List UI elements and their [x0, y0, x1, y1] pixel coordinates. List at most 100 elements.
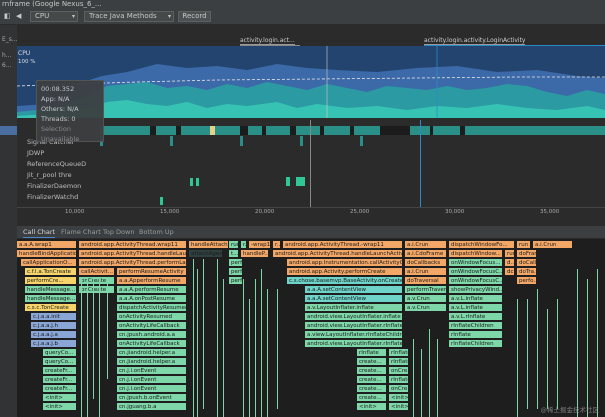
- call-chart-frame[interactable]: rInflate: [389, 358, 409, 366]
- call-chart-frame[interactable]: performCre...: [25, 277, 77, 285]
- thread-label[interactable]: Jit_r_pool thre: [27, 171, 72, 180]
- call-chart-frame[interactable]: queryCo...: [43, 349, 77, 357]
- call-chart-frame[interactable]: rInflate: [449, 331, 503, 339]
- call-chart-frame[interactable]: c.j.a.a.init: [31, 313, 77, 321]
- call-chart-frame[interactable]: create...: [357, 394, 387, 402]
- call-chart-frame[interactable]: handleMessage...: [25, 286, 77, 294]
- call-chart-frame[interactable]: a.v.Crun: [405, 304, 447, 312]
- call-chart-frame[interactable]: cn.j.i.onEvent: [117, 367, 187, 375]
- call-chart-frame[interactable]: perform...: [229, 277, 243, 285]
- call-chart-frame[interactable]: rInflate: [389, 376, 409, 384]
- call-chart-frame[interactable]: cn.jguang.b.a: [117, 403, 187, 411]
- call-chart-frame[interactable]: doFrame: [517, 250, 537, 258]
- sidebar-selected-item[interactable]: [0, 126, 17, 135]
- call-chart-frame[interactable]: performTraversals: [405, 286, 447, 294]
- call-chart-frame[interactable]: android.app.ActivityThread.handleLaunchA…: [79, 250, 187, 258]
- back-arrow-icon[interactable]: ◀: [16, 11, 24, 22]
- call-chart-frame[interactable]: createFr...: [43, 367, 77, 375]
- call-chart-frame[interactable]: c.j.a.a.j.b: [31, 340, 77, 348]
- call-chart-frame[interactable]: d...: [505, 259, 515, 267]
- call-chart-frame[interactable]: perfo...: [517, 277, 537, 285]
- call-chart-frame[interactable]: a.i.CdoFrame: [405, 250, 447, 258]
- call-chart-frame[interactable]: c.s.chose.basemvp.BaseActivity.onCreate: [287, 277, 403, 285]
- call-chart-frame[interactable]: cn.j.i.onEvent: [117, 385, 187, 393]
- thread-label[interactable]: FinalizerWatchd: [27, 193, 78, 202]
- record-button[interactable]: Record: [178, 11, 211, 22]
- call-chart-frame[interactable]: -wrap15: [249, 241, 271, 249]
- call-chart-frame[interactable]: t...: [229, 250, 239, 258]
- call-chart-frame[interactable]: doTraversal: [405, 277, 447, 285]
- call-chart-frame[interactable]: android.app.ActivityThread.handleLaunchA…: [273, 250, 403, 258]
- call-chart-frame[interactable]: dc...: [505, 268, 515, 276]
- tab-bottom-up[interactable]: Bottom Up: [139, 228, 174, 237]
- thread-label[interactable]: FinalizerDaemon: [27, 182, 81, 191]
- call-chart-frame[interactable]: rInflateC...: [389, 349, 409, 357]
- call-chart-frame[interactable]: cn.j.i.onEvent: [117, 376, 187, 384]
- marker-label[interactable]: activity.login.act...: [240, 37, 295, 45]
- call-chart-frame[interactable]: c.j.a.a.j.h: [31, 322, 77, 330]
- call-chart-frame[interactable]: onActivityLifeCallback: [117, 322, 187, 330]
- call-chart-frame[interactable]: onCreate: [79, 277, 115, 285]
- call-chart-frame[interactable]: a.v.L.rInflate: [449, 313, 503, 321]
- call-chart-frame[interactable]: handleAttach...: [189, 241, 229, 249]
- call-chart-frame[interactable]: doTra...: [517, 268, 537, 276]
- call-chart-frame[interactable]: attachAgent: [189, 250, 223, 258]
- call-chart-frame[interactable]: perform...: [229, 268, 243, 276]
- call-chart-frame[interactable]: handleMessage...: [25, 295, 77, 303]
- call-chart-frame[interactable]: <init>: [43, 394, 77, 402]
- call-chart-frame[interactable]: android.app.ActivityThread.performLaunch…: [79, 259, 187, 267]
- call-chart-frame[interactable]: doCallbacks: [405, 259, 447, 267]
- call-chart-frame[interactable]: a.a.A.wrap1: [17, 241, 77, 249]
- call-chart-frame[interactable]: a.a.A.setContentView: [305, 295, 403, 303]
- call-chart-frame[interactable]: a.a.A.setContentView: [305, 286, 403, 294]
- call-chart-frame[interactable]: rInflateChildren: [449, 322, 503, 330]
- call-chart-frame[interactable]: a.v.Crun: [405, 295, 447, 303]
- call-chart-frame[interactable]: dispatchWindow...: [449, 250, 503, 258]
- tab-flame-chart[interactable]: Flame Chart: [61, 228, 101, 237]
- call-chart-frame[interactable]: a.a.A.performResume: [117, 286, 187, 294]
- call-chart-frame[interactable]: handleP...: [241, 250, 269, 258]
- cpu-selector[interactable]: CPU ▾: [30, 11, 78, 22]
- call-chart-frame[interactable]: c.s.c.TonCreate: [25, 304, 77, 312]
- call-chart-frame[interactable]: doCallbac...: [517, 259, 537, 267]
- call-chart-frame[interactable]: dispatchWindowFo...: [449, 241, 515, 249]
- marker-label[interactable]: activity.login.activity.LoginActivity: [424, 37, 526, 45]
- call-chart-frame[interactable]: rInflateChildren: [449, 340, 503, 348]
- call-chart-frame[interactable]: a.a.A.onPostResume: [117, 295, 187, 303]
- call-chart-frame[interactable]: onCre...: [389, 367, 409, 375]
- call-chart[interactable]: a.a.A.wrap1 android.app.ActivityThread.wr…: [17, 239, 605, 417]
- call-chart-frame[interactable]: a.v.L.inflate: [449, 304, 503, 312]
- call-chart-frame[interactable]: callActivit...: [79, 268, 115, 276]
- call-chart-frame[interactable]: a.v.LayoutInflater.inflate: [305, 304, 403, 312]
- call-chart-frame[interactable]: r...: [241, 241, 247, 249]
- call-chart-frame[interactable]: android.app.ActivityThread.-wrap11: [283, 241, 403, 249]
- call-chart-frame[interactable]: rInflate: [357, 349, 387, 357]
- call-chart-frame[interactable]: cn.jpush.b.onEvent: [117, 394, 187, 402]
- call-chart-frame[interactable]: android.app.ActivityThread.wrap11: [79, 241, 187, 249]
- call-chart-frame[interactable]: onWindowFocusC...: [449, 277, 503, 285]
- call-chart-frame[interactable]: onActivityResumed: [117, 313, 187, 321]
- call-chart-frame[interactable]: a.view.LayoutInflater.rInflateChildren: [305, 331, 403, 339]
- call-chart-frame[interactable]: onActivityLifeCallback: [117, 340, 187, 348]
- call-chart-frame[interactable]: cn.jiandroid.helper.a: [117, 358, 187, 366]
- call-chart-frame[interactable]: onWindowFocus...: [449, 259, 503, 267]
- call-chart-frame[interactable]: performResumeActivity: [117, 268, 187, 276]
- trace-mode-dropdown[interactable]: Trace Java Methods ▾: [84, 11, 174, 22]
- thread-label[interactable]: JDWP: [27, 149, 44, 158]
- call-chart-frame[interactable]: c.j.a.a.j.a: [31, 331, 77, 339]
- call-chart-frame[interactable]: android.view.LayoutInflater.rInflate: [305, 322, 403, 330]
- call-chart-frame[interactable]: cn.jiandroid.helper.a: [117, 349, 187, 357]
- call-chart-frame[interactable]: dispatchActivityResumed: [117, 304, 187, 312]
- call-chart-frame[interactable]: <init>: [357, 403, 387, 411]
- panel-toggle-icon[interactable]: ◧: [4, 11, 12, 22]
- call-chart-frame[interactable]: <init>: [389, 403, 409, 411]
- call-chart-frame[interactable]: onCreate: [79, 286, 115, 294]
- call-chart-frame[interactable]: create...: [357, 376, 387, 384]
- call-chart-frame[interactable]: android.app.Activity.performCreate: [287, 268, 403, 276]
- call-chart-frame[interactable]: create...: [357, 358, 387, 366]
- call-chart-frame[interactable]: <init>: [43, 403, 77, 411]
- call-chart-frame[interactable]: android.view.LayoutInflater.inflate: [305, 313, 403, 321]
- thread-label[interactable]: ReferenceQueueD: [27, 160, 86, 169]
- call-chart-frame[interactable]: a.a.ApperformResume: [117, 277, 187, 285]
- call-chart-frame[interactable]: a.i.Crun: [405, 241, 447, 249]
